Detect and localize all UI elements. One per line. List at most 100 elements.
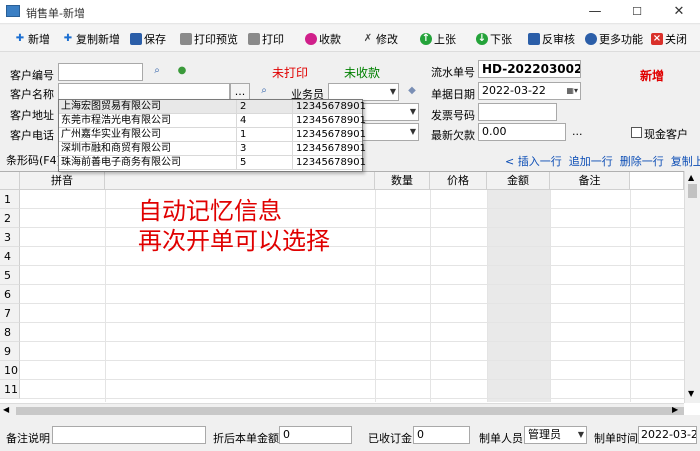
- scroll-left-icon[interactable]: ◀: [3, 405, 9, 414]
- grid-column-line: [430, 190, 431, 402]
- suggestion-row[interactable]: 上海宏图贸易有限公司 2 12345678901: [59, 100, 366, 114]
- row-number[interactable]: 7: [0, 304, 20, 323]
- suggestion-name: 东莞市程浩光电有限公司: [61, 114, 237, 128]
- copy-new-button[interactable]: ✚ 复制新增: [62, 29, 120, 48]
- customer-address-label: 客户地址: [10, 109, 54, 122]
- next-button[interactable]: ↓ 下张: [476, 29, 512, 48]
- invoice-input[interactable]: [478, 103, 557, 121]
- suggestion-row[interactable]: 深圳市融和商贸有限公司 3 12345678901: [59, 142, 366, 156]
- copy-up-row-link[interactable]: 复制上行: [671, 155, 700, 168]
- mode-badge: 新增: [640, 69, 665, 83]
- row-number[interactable]: 10: [0, 361, 20, 380]
- row-number[interactable]: 1: [0, 190, 20, 209]
- column-header-price[interactable]: 价格: [430, 172, 487, 190]
- search-icon[interactable]: ⌕: [256, 84, 272, 100]
- column-header-amount[interactable]: 金额: [487, 172, 550, 190]
- close-icon: ×: [651, 32, 663, 45]
- grid-column-line: [105, 190, 106, 402]
- unaudit-label: 反审核: [542, 32, 575, 46]
- chevron-down-icon: ▼: [389, 87, 396, 96]
- vertical-scrollbar[interactable]: ▲ ▼: [684, 171, 700, 403]
- eraser-icon[interactable]: ◆: [404, 84, 420, 100]
- debt-more-button[interactable]: ...: [572, 125, 583, 138]
- modify-label: 修改: [376, 32, 398, 46]
- suggestion-name: 上海宏图贸易有限公司: [61, 100, 237, 114]
- calendar-icon: ▦▾: [566, 86, 578, 95]
- suggestion-phone: 12345678901: [296, 157, 366, 168]
- suggestion-row[interactable]: 广州嘉华实业有限公司 1 12345678901: [59, 128, 366, 142]
- app-icon: [6, 5, 20, 17]
- modify-button[interactable]: ✗ 修改: [362, 29, 398, 48]
- maker-value: 管理员: [528, 428, 561, 441]
- minimize-button[interactable]: —: [574, 0, 616, 24]
- scroll-down-icon[interactable]: ▼: [688, 389, 694, 398]
- column-header-pinyin[interactable]: 拼音: [20, 172, 105, 190]
- unaudit-button[interactable]: 反审核: [528, 29, 575, 48]
- remark-input[interactable]: [52, 426, 206, 444]
- address-select[interactable]: ▼: [362, 103, 419, 121]
- suggestion-phone: 12345678901: [296, 115, 366, 126]
- column-header-name[interactable]: [105, 172, 375, 190]
- annotation-line-1: 自动记忆信息: [138, 197, 282, 225]
- pay-status: 未收款: [344, 66, 381, 80]
- annotation-text: 自动记忆信息 再次开单可以选择: [138, 196, 330, 256]
- date-picker[interactable]: 2022-03-22 ▦▾: [478, 82, 581, 100]
- discount-amount-field[interactable]: 0: [279, 426, 352, 444]
- suggestion-row[interactable]: 珠海前善电子商务有限公司 5 12345678901: [59, 156, 366, 170]
- phone-select[interactable]: ▼: [362, 123, 419, 141]
- row-number[interactable]: 4: [0, 247, 20, 266]
- maker-select[interactable]: 管理员 ▼: [524, 426, 587, 444]
- make-time-field: 2022-03-22: [638, 426, 697, 444]
- chevron-down-icon: ▼: [409, 107, 416, 116]
- add-customer-icon[interactable]: ●: [174, 64, 190, 80]
- amount-column-fill: [487, 190, 550, 402]
- row-number[interactable]: 5: [0, 266, 20, 285]
- receive-label: 收款: [319, 32, 341, 46]
- row-number[interactable]: 6: [0, 285, 20, 304]
- insert-row-link[interactable]: < 插入一行: [505, 155, 562, 168]
- scroll-up-icon[interactable]: ▲: [688, 173, 694, 182]
- row-number[interactable]: 2: [0, 209, 20, 228]
- horizontal-scrollbar[interactable]: ◀ ▶: [0, 403, 684, 417]
- date-value: 2022-03-22: [482, 84, 546, 97]
- gear-icon: [585, 32, 597, 45]
- row-number[interactable]: 8: [0, 323, 20, 342]
- print-preview-button[interactable]: 打印预览: [180, 29, 238, 48]
- customer-name-label: 客户名称: [10, 88, 54, 101]
- more-button[interactable]: 更多功能: [585, 29, 643, 48]
- row-number[interactable]: 3: [0, 228, 20, 247]
- row-number[interactable]: 11: [0, 380, 20, 399]
- scroll-right-icon[interactable]: ▶: [672, 405, 678, 414]
- item-grid[interactable]: 拼音 数量 价格 金额 备注 1 2 3 4 5 6 7 8 9 10 11: [0, 171, 700, 415]
- window-title: 销售单-新增: [26, 7, 85, 20]
- maximize-button[interactable]: ☐: [616, 0, 658, 24]
- hscroll-thumb[interactable]: [16, 407, 684, 415]
- print-status: 未打印: [272, 66, 309, 80]
- receive-button[interactable]: 收款: [305, 29, 341, 48]
- delete-row-link[interactable]: 删除一行: [620, 155, 664, 168]
- suggestion-name: 深圳市融和商贸有限公司: [61, 142, 237, 156]
- customer-suggestion-list[interactable]: 上海宏图贸易有限公司 2 12345678901 东莞市程浩光电有限公司 4 123456…: [58, 99, 366, 172]
- close-button[interactable]: × 关闭: [651, 29, 687, 48]
- new-label: 新增: [28, 32, 50, 46]
- debt-label: 最新欠款: [431, 129, 475, 142]
- grid-corner: [0, 172, 20, 190]
- new-button[interactable]: ✚ 新增: [14, 29, 50, 48]
- grid-row-line: [20, 341, 684, 342]
- customer-phone-label: 客户电话: [10, 129, 54, 142]
- print-button[interactable]: 打印: [248, 29, 284, 48]
- search-icon[interactable]: ⌕: [149, 64, 165, 80]
- received-deposit-field[interactable]: 0: [413, 426, 470, 444]
- customer-code-input[interactable]: [58, 63, 143, 81]
- cash-customer-checkbox[interactable]: [631, 127, 642, 138]
- prev-button[interactable]: ↑ 上张: [420, 29, 456, 48]
- suggestion-row[interactable]: 东莞市程浩光电有限公司 4 12345678901: [59, 114, 366, 128]
- grid-row-line: [20, 322, 684, 323]
- column-header-qty[interactable]: 数量: [375, 172, 430, 190]
- append-row-link[interactable]: 追加一行: [569, 155, 613, 168]
- row-number[interactable]: 9: [0, 342, 20, 361]
- close-window-button[interactable]: ✕: [658, 0, 700, 24]
- column-header-remark[interactable]: 备注: [550, 172, 630, 190]
- save-button[interactable]: 保存: [130, 29, 166, 48]
- scroll-thumb[interactable]: [688, 184, 697, 198]
